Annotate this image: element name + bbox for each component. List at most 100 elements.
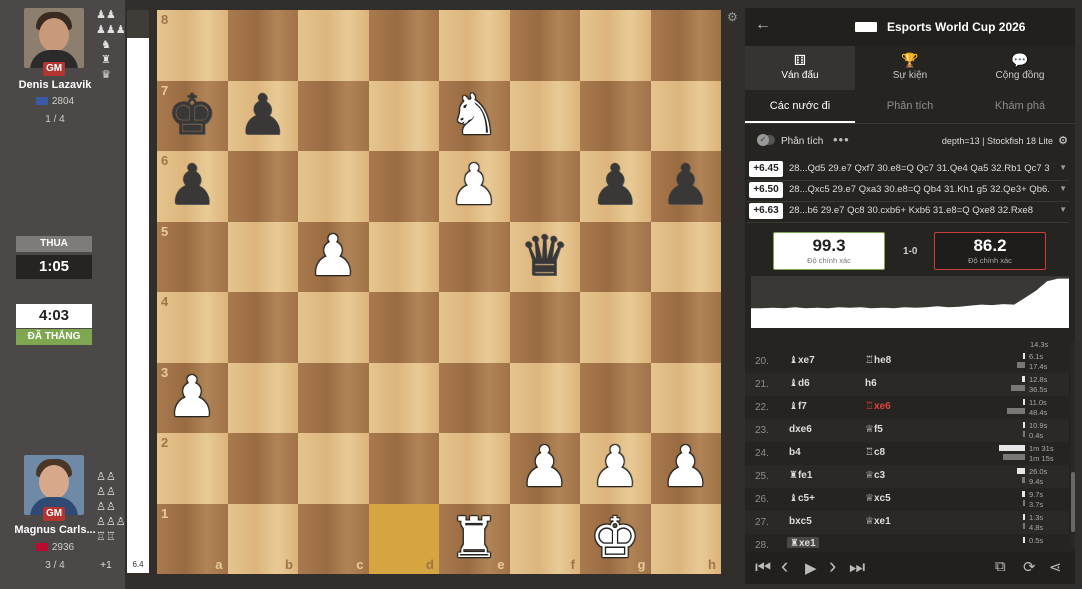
square-f6[interactable] bbox=[509, 151, 580, 222]
square-g2[interactable]: ♟ bbox=[580, 433, 651, 504]
black-move[interactable]: ♕xe1 bbox=[865, 516, 891, 527]
square-b8[interactable] bbox=[227, 10, 298, 81]
square-d1[interactable]: d bbox=[368, 503, 439, 574]
black-move[interactable]: ♕c3 bbox=[865, 470, 885, 481]
bottom-player-avatar[interactable] bbox=[24, 455, 84, 515]
square-h6[interactable]: ♟ bbox=[650, 151, 721, 222]
square-h7[interactable] bbox=[650, 80, 721, 151]
white-piece-c5[interactable]: ♟ bbox=[298, 222, 368, 292]
white-move[interactable]: ♜xe1 bbox=[787, 537, 819, 548]
square-h8[interactable] bbox=[650, 10, 721, 81]
back-arrow-icon[interactable]: ← bbox=[755, 16, 771, 34]
white-move[interactable]: ♝f7 bbox=[789, 401, 807, 412]
square-a4[interactable]: 4 bbox=[157, 292, 228, 363]
square-e8[interactable] bbox=[439, 10, 510, 81]
square-b6[interactable] bbox=[227, 151, 298, 222]
bottom-player-name[interactable]: Magnus Carls... bbox=[0, 524, 110, 536]
square-b3[interactable] bbox=[227, 362, 298, 433]
square-g6[interactable]: ♟ bbox=[580, 151, 651, 222]
square-d6[interactable] bbox=[368, 151, 439, 222]
analysis-toggle[interactable]: ✓ bbox=[757, 134, 775, 146]
expand-chevron-icon[interactable]: ▼ bbox=[1059, 205, 1067, 214]
tab-community[interactable]: 💬 Cộng đồng bbox=[965, 46, 1075, 90]
square-e6[interactable]: ♟ bbox=[439, 151, 510, 222]
previous-move-button[interactable]: ‹ bbox=[781, 553, 788, 579]
top-player-name[interactable]: Denis Lazavik bbox=[0, 79, 110, 91]
white-move[interactable]: ♝d6 bbox=[789, 378, 810, 389]
last-move-button[interactable]: ⏭ bbox=[849, 557, 865, 578]
play-button[interactable]: ▶ bbox=[805, 559, 817, 577]
square-d5[interactable] bbox=[368, 221, 439, 292]
move-list-scrollbar[interactable] bbox=[1071, 342, 1075, 548]
black-piece-h6[interactable]: ♟ bbox=[651, 151, 721, 221]
square-a8[interactable]: 8 bbox=[157, 10, 228, 81]
square-h1[interactable]: h bbox=[650, 503, 721, 574]
black-piece-f5[interactable]: ♛ bbox=[510, 222, 580, 292]
share-icon[interactable]: ⋖ bbox=[1049, 558, 1062, 576]
white-move[interactable]: ♜fe1 bbox=[789, 470, 812, 481]
square-f2[interactable]: ♟ bbox=[509, 433, 580, 504]
black-piece-a7[interactable]: ♚ bbox=[157, 81, 227, 151]
first-move-button[interactable]: ⏮ bbox=[755, 557, 771, 578]
square-e3[interactable] bbox=[439, 362, 510, 433]
white-piece-e6[interactable]: ♟ bbox=[439, 151, 509, 221]
square-c7[interactable] bbox=[298, 80, 369, 151]
square-c2[interactable] bbox=[298, 433, 369, 504]
add-to-library-icon[interactable]: ⧉ bbox=[995, 558, 1006, 575]
white-piece-e7[interactable]: ♞ bbox=[439, 81, 509, 151]
chess-board[interactable]: 8 7 ♚ ♟ ♞ 6 ♟ ♟ ♟ ♟ 5 ♟ ♛ 4 3 ♟ 2 ♟ ♟ ♟ 1 a b c d e ♜ f g ♚ h bbox=[157, 10, 721, 574]
tab-game[interactable]: ⚅ Ván đấu bbox=[745, 46, 855, 90]
black-piece-a6[interactable]: ♟ bbox=[157, 151, 227, 221]
black-piece-g6[interactable]: ♟ bbox=[580, 151, 650, 221]
square-f5[interactable]: ♛ bbox=[509, 221, 580, 292]
square-c5[interactable]: ♟ bbox=[298, 221, 369, 292]
white-piece-g2[interactable]: ♟ bbox=[580, 433, 650, 503]
square-d4[interactable] bbox=[368, 292, 439, 363]
engine-line[interactable]: +6.50 28...Qxc5 29.e7 Qxa3 30.e8=Q Qb4 31… bbox=[747, 181, 1067, 200]
square-f8[interactable] bbox=[509, 10, 580, 81]
square-a7[interactable]: 7 ♚ bbox=[157, 80, 228, 151]
square-a6[interactable]: 6 ♟ bbox=[157, 151, 228, 222]
square-c6[interactable] bbox=[298, 151, 369, 222]
square-g5[interactable] bbox=[580, 221, 651, 292]
white-piece-e1[interactable]: ♜ bbox=[439, 504, 509, 574]
more-options-icon[interactable]: ••• bbox=[833, 132, 850, 147]
engine-line[interactable]: +6.63 28...b6 29.e7 Qc8 30.cxb6+ Kxb6 31.… bbox=[747, 202, 1067, 221]
black-move[interactable]: ♖c8 bbox=[865, 447, 885, 458]
square-g4[interactable] bbox=[580, 292, 651, 363]
square-c8[interactable] bbox=[298, 10, 369, 81]
evaluation-graph[interactable] bbox=[751, 276, 1069, 328]
square-h4[interactable] bbox=[650, 292, 721, 363]
flip-board-icon[interactable]: ⟳ bbox=[1023, 558, 1036, 576]
square-c4[interactable] bbox=[298, 292, 369, 363]
expand-chevron-icon[interactable]: ▼ bbox=[1059, 184, 1067, 193]
black-piece-b7[interactable]: ♟ bbox=[228, 81, 298, 151]
subtab-analysis[interactable]: Phân tích bbox=[855, 90, 965, 123]
white-move[interactable]: dxe6 bbox=[789, 424, 812, 435]
square-f1[interactable]: f bbox=[509, 503, 580, 574]
top-player-avatar[interactable] bbox=[24, 8, 84, 68]
square-h3[interactable] bbox=[650, 362, 721, 433]
square-e7[interactable]: ♞ bbox=[439, 80, 510, 151]
square-d7[interactable] bbox=[368, 80, 439, 151]
square-f4[interactable] bbox=[509, 292, 580, 363]
event-title[interactable]: Esports World Cup 2026 bbox=[887, 20, 1025, 34]
white-move[interactable]: bxc5 bbox=[789, 516, 812, 527]
next-move-button[interactable]: › bbox=[829, 553, 836, 579]
square-g7[interactable] bbox=[580, 80, 651, 151]
square-e5[interactable] bbox=[439, 221, 510, 292]
square-c3[interactable] bbox=[298, 362, 369, 433]
square-b5[interactable] bbox=[227, 221, 298, 292]
white-piece-f2[interactable]: ♟ bbox=[510, 433, 580, 503]
white-move[interactable]: b4 bbox=[789, 447, 801, 458]
square-a2[interactable]: 2 bbox=[157, 433, 228, 504]
square-b4[interactable] bbox=[227, 292, 298, 363]
square-d2[interactable] bbox=[368, 433, 439, 504]
square-d3[interactable] bbox=[368, 362, 439, 433]
white-piece-h2[interactable]: ♟ bbox=[651, 433, 721, 503]
subtab-explore[interactable]: Khám phá bbox=[965, 90, 1075, 123]
board-settings-gear-icon[interactable]: ⚙ bbox=[727, 10, 738, 24]
engine-line[interactable]: +6.45 28...Qd5 29.e7 Qxf7 30.e8=Q Qc7 31.… bbox=[747, 160, 1067, 179]
square-g3[interactable] bbox=[580, 362, 651, 433]
square-b1[interactable]: b bbox=[227, 503, 298, 574]
